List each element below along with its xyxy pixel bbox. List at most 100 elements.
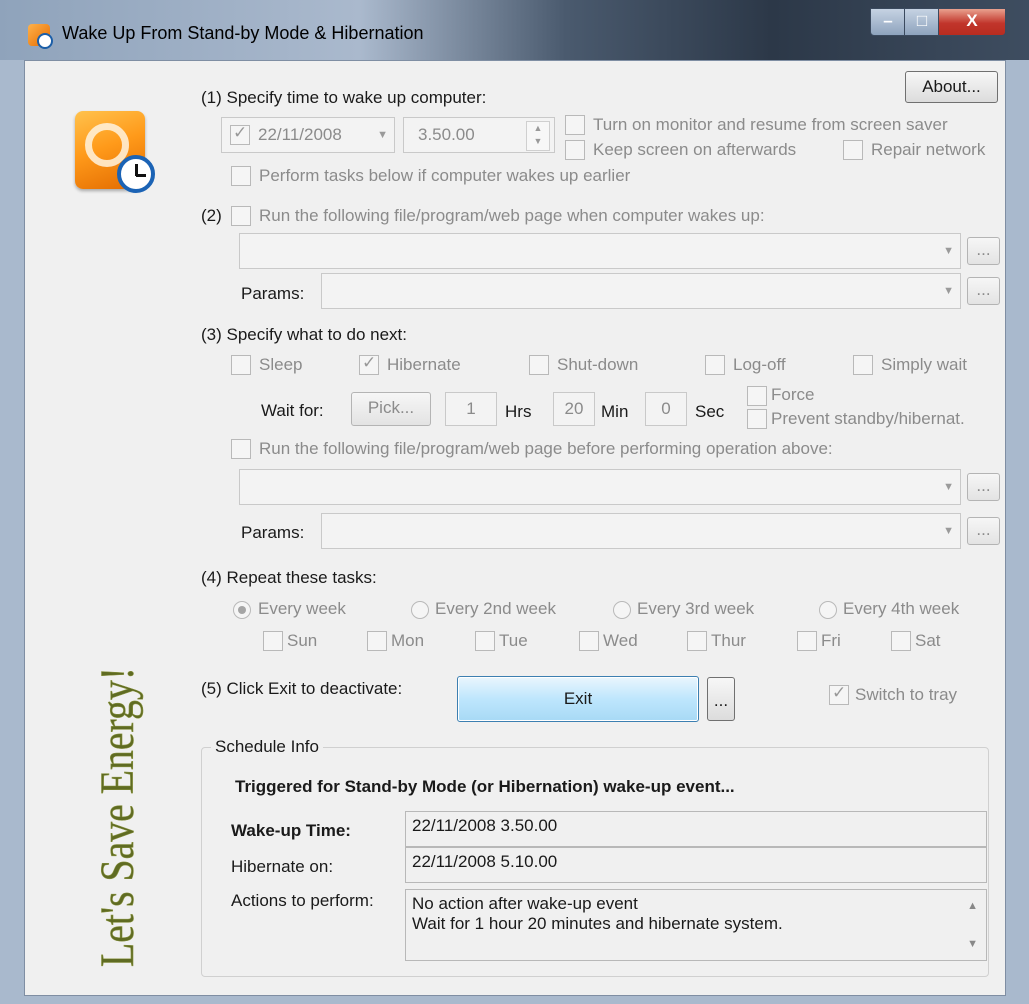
- logoff-label: Log-off: [733, 355, 786, 374]
- repeat-every-2nd-week-radio[interactable]: [411, 601, 429, 619]
- repeat-every-week-radio[interactable]: [233, 601, 251, 619]
- repair-network-label: Repair network: [871, 140, 986, 159]
- chevron-down-icon: ▼: [943, 285, 954, 297]
- hours-label: Hrs: [505, 402, 532, 421]
- actions-textarea[interactable]: No action after wake-up event Wait for 1…: [405, 889, 987, 961]
- perform-tasks-earlier-checkbox[interactable]: [231, 166, 251, 186]
- wake-time-value: 3.50.00: [418, 125, 475, 144]
- day-thur-checkbox[interactable]: [687, 631, 707, 651]
- run-before-checkbox[interactable]: [231, 439, 251, 459]
- day-thur-label: Thur: [711, 631, 746, 650]
- minutes-input[interactable]: 20: [553, 392, 595, 426]
- before-program-combo[interactable]: ▼: [239, 469, 961, 505]
- hours-value: 1: [466, 399, 476, 418]
- force-label: Force: [771, 385, 815, 404]
- sleep-checkbox[interactable]: [231, 355, 251, 375]
- schedule-triggered-text: Triggered for Stand-by Mode (or Hibernat…: [235, 777, 735, 796]
- close-icon: X: [966, 11, 978, 30]
- day-fri-checkbox[interactable]: [797, 631, 817, 651]
- shutdown-label: Shut-down: [557, 355, 639, 374]
- app-logo-clock-icon: [75, 111, 155, 193]
- perform-tasks-earlier-label: Perform tasks below if computer wakes up…: [259, 166, 631, 185]
- slogan-text: Let's Save Energy!: [91, 667, 144, 967]
- maximize-button[interactable]: □: [904, 8, 940, 36]
- about-button[interactable]: About...: [905, 71, 998, 103]
- day-wed-checkbox[interactable]: [579, 631, 599, 651]
- slogan-vertical-text: Let's Save Energy!: [91, 667, 145, 968]
- section2-number: (2): [201, 206, 222, 225]
- seconds-input[interactable]: 0: [645, 392, 687, 426]
- shutdown-checkbox[interactable]: [529, 355, 549, 375]
- minimize-button[interactable]: –: [870, 8, 906, 36]
- logoff-checkbox[interactable]: [705, 355, 725, 375]
- minutes-label: Min: [601, 402, 629, 421]
- repair-network-checkbox[interactable]: [843, 140, 863, 160]
- section5-heading: (5) Click Exit to deactivate:: [201, 679, 403, 698]
- maximize-icon: □: [916, 11, 928, 30]
- run-on-wake-checkbox[interactable]: [231, 206, 251, 226]
- wake-params-browse-button[interactable]: ...: [967, 277, 1000, 305]
- keep-screen-on-checkbox[interactable]: [565, 140, 585, 160]
- chevron-down-icon: ▼: [377, 129, 388, 141]
- actions-label: Actions to perform:: [231, 891, 374, 910]
- force-checkbox[interactable]: [747, 386, 767, 406]
- app-title-icon: [28, 24, 53, 49]
- time-spinner[interactable]: ▲ ▼: [526, 121, 550, 151]
- wakeup-time-value: 22/11/2008 3.50.00: [412, 816, 558, 835]
- exit-button[interactable]: Exit: [457, 676, 699, 722]
- switch-to-tray-checkbox[interactable]: [829, 683, 849, 705]
- repeat-every-4th-week-radio[interactable]: [819, 601, 837, 619]
- run-on-wake-label: Run the following file/program/web page …: [259, 206, 765, 225]
- hours-input[interactable]: 1: [445, 392, 497, 426]
- day-sun-label: Sun: [287, 631, 318, 650]
- wake-params-label: Params:: [241, 284, 305, 303]
- before-params-label: Params:: [241, 523, 305, 542]
- chevron-down-icon: ▼: [943, 525, 954, 537]
- exit-more-options-button[interactable]: ...: [707, 677, 735, 721]
- wakeup-time-label: Wake-up Time:: [231, 821, 351, 840]
- before-program-browse-button[interactable]: ...: [967, 473, 1000, 501]
- schedule-info-legend: Schedule Info: [211, 737, 323, 757]
- day-sat-checkbox[interactable]: [891, 631, 911, 651]
- section1-heading: (1) Specify time to wake up computer:: [201, 88, 487, 107]
- day-mon-label: Mon: [391, 631, 425, 650]
- hibernate-on-label: Hibernate on:: [231, 857, 334, 876]
- hibernate-on-value-box: 22/11/2008 5.10.00: [405, 847, 987, 883]
- simply-wait-label: Simply wait: [881, 355, 967, 374]
- hibernate-label: Hibernate: [387, 355, 461, 374]
- before-params-combo[interactable]: ▼: [321, 513, 961, 549]
- window-title: Wake Up From Stand-by Mode & Hibernation: [62, 23, 424, 43]
- scroll-up-icon[interactable]: ▲: [967, 900, 978, 912]
- prevent-standby-checkbox[interactable]: [747, 409, 767, 429]
- simply-wait-checkbox[interactable]: [853, 355, 873, 375]
- before-params-browse-button[interactable]: ...: [967, 517, 1000, 545]
- keep-screen-on-label: Keep screen on afterwards: [593, 140, 797, 159]
- pick-button[interactable]: Pick...: [351, 392, 431, 426]
- day-sun-checkbox[interactable]: [263, 631, 283, 651]
- scroll-down-icon[interactable]: ▼: [967, 938, 978, 950]
- minimize-icon: –: [883, 11, 893, 30]
- actions-line-1: No action after wake-up event: [412, 894, 638, 913]
- chevron-down-icon: ▼: [943, 245, 954, 257]
- section4-heading: (4) Repeat these tasks:: [201, 568, 377, 587]
- prevent-standby-label: Prevent standby/hibernat.: [771, 409, 965, 428]
- wake-time-input[interactable]: 3.50.00 ▲ ▼: [403, 117, 555, 153]
- wait-for-label: Wait for:: [261, 401, 324, 420]
- day-tue-checkbox[interactable]: [475, 631, 495, 651]
- switch-to-tray-label: Switch to tray: [855, 685, 958, 704]
- day-mon-checkbox[interactable]: [367, 631, 387, 651]
- day-sat-label: Sat: [915, 631, 941, 650]
- repeat-every-3rd-week-label: Every 3rd week: [637, 599, 755, 618]
- wake-date-picker[interactable]: 22/11/2008 ▼: [221, 117, 395, 153]
- close-button[interactable]: X: [938, 8, 1006, 36]
- hibernate-checkbox[interactable]: [359, 353, 379, 375]
- seconds-value: 0: [661, 399, 671, 418]
- date-enabled-checkbox[interactable]: [230, 123, 250, 145]
- wake-params-combo[interactable]: ▼: [321, 273, 961, 309]
- repeat-every-3rd-week-radio[interactable]: [613, 601, 631, 619]
- wake-program-combo[interactable]: ▼: [239, 233, 961, 269]
- turn-on-monitor-checkbox[interactable]: [565, 115, 585, 135]
- wake-program-browse-button[interactable]: ...: [967, 237, 1000, 265]
- run-before-label: Run the following file/program/web page …: [259, 439, 833, 458]
- wakeup-time-value-box: 22/11/2008 3.50.00: [405, 811, 987, 847]
